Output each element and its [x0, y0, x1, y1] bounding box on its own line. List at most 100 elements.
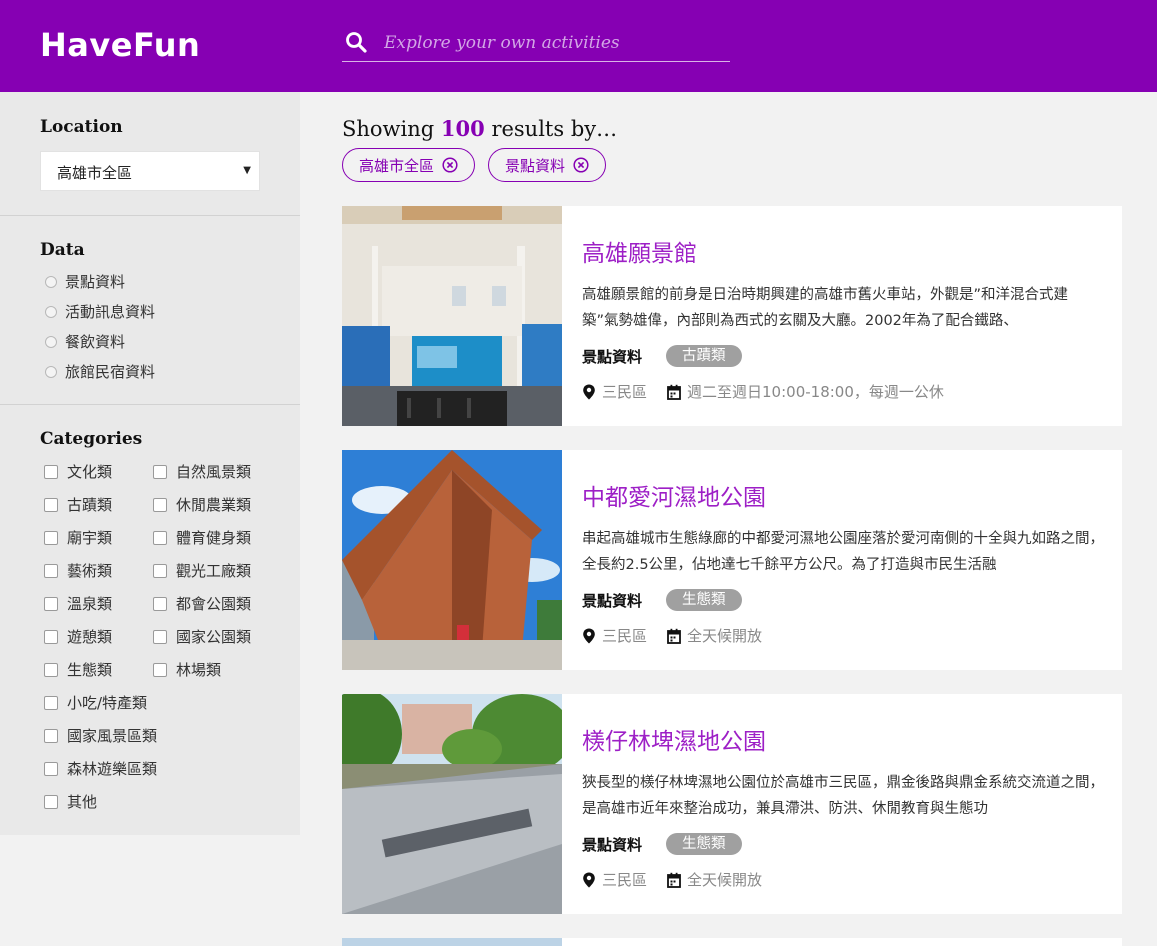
- checkbox[interactable]: [44, 530, 58, 545]
- checkbox[interactable]: [153, 662, 167, 677]
- category-checkbox[interactable]: 小吃/特產類: [44, 692, 147, 713]
- checkbox[interactable]: [153, 464, 167, 479]
- checkbox[interactable]: [153, 596, 167, 611]
- checkbox-label: 休閒農業類: [176, 496, 252, 514]
- category-checkbox[interactable]: 休閒農業類: [153, 494, 251, 515]
- checkbox[interactable]: [44, 761, 58, 776]
- results-area: Showing 100 results by… 高雄市全區 景點資料 高雄願景館…: [300, 92, 1157, 946]
- results-count: 100: [440, 116, 485, 141]
- radio-button[interactable]: [45, 305, 57, 318]
- card-title[interactable]: 中都愛河濕地公園: [582, 478, 766, 512]
- data-radio-events[interactable]: 活動訊息資料: [45, 301, 155, 322]
- checkbox-label: 自然風景類: [176, 463, 252, 481]
- radio-label: 旅館民宿資料: [65, 363, 156, 381]
- category-checkbox[interactable]: 體育健身類: [153, 527, 251, 548]
- checkbox-label: 觀光工廠類: [176, 562, 252, 580]
- result-card-partial[interactable]: [342, 938, 1122, 946]
- category-checkbox[interactable]: 文化類: [44, 461, 112, 482]
- category-checkbox[interactable]: 都會公園類: [153, 593, 251, 614]
- data-section: Data 景點資料 活動訊息資料 餐飲資料 旅館民宿資料: [0, 216, 300, 405]
- radio-label: 景點資料: [65, 273, 126, 291]
- district-label: 三民區: [602, 627, 648, 645]
- checkbox[interactable]: [44, 662, 58, 677]
- category-checkbox[interactable]: 藝術類: [44, 560, 112, 581]
- opening-hours: 全天候開放: [687, 871, 763, 889]
- category-badge: 古蹟類: [666, 345, 742, 367]
- categories-title: Categories: [40, 429, 143, 449]
- location-select[interactable]: 高雄市全區 ▼: [40, 151, 260, 191]
- checkbox[interactable]: [44, 497, 58, 512]
- filter-chip-data[interactable]: 景點資料: [488, 148, 607, 182]
- checkbox[interactable]: [44, 728, 58, 743]
- category-badge: 生態類: [666, 589, 742, 611]
- search-bar[interactable]: [342, 28, 730, 62]
- checkbox[interactable]: [153, 563, 167, 578]
- category-checkbox[interactable]: 國家風景區類: [44, 725, 157, 746]
- app-logo[interactable]: HaveFun: [40, 26, 200, 64]
- categories-section: Categories 文化類 古蹟類 廟宇類 藝術類 溫泉類 遊憩類 生態類 小…: [0, 405, 300, 835]
- checkbox-label: 藝術類: [67, 562, 113, 580]
- radio-button[interactable]: [45, 365, 57, 378]
- category-checkbox[interactable]: 林場類: [153, 659, 221, 680]
- category-checkbox[interactable]: 生態類: [44, 659, 112, 680]
- chip-label: 景點資料: [505, 156, 566, 175]
- radio-button[interactable]: [45, 335, 57, 348]
- category-checkbox[interactable]: 遊憩類: [44, 626, 112, 647]
- card-data-type: 景點資料: [582, 592, 643, 610]
- search-input[interactable]: [384, 30, 724, 56]
- filter-chip-location[interactable]: 高雄市全區: [342, 148, 476, 182]
- card-photo[interactable]: [342, 938, 562, 946]
- checkbox-label: 遊憩類: [67, 628, 113, 646]
- card-title[interactable]: 高雄願景館: [582, 234, 697, 268]
- opening-hours: 週二至週日10:00-18:00，每週一公休: [687, 383, 944, 401]
- location-selected-value: 高雄市全區: [57, 164, 133, 182]
- checkbox-label: 生態類: [67, 661, 113, 679]
- checkbox[interactable]: [44, 563, 58, 578]
- category-checkbox[interactable]: 其他: [44, 791, 97, 812]
- card-title[interactable]: 檨仔林埤濕地公園: [582, 722, 766, 756]
- category-checkbox[interactable]: 廟宇類: [44, 527, 112, 548]
- checkbox-label: 都會公園類: [176, 595, 252, 613]
- checkbox[interactable]: [44, 464, 58, 479]
- category-checkbox[interactable]: 自然風景類: [153, 461, 251, 482]
- category-checkbox[interactable]: 國家公園類: [153, 626, 251, 647]
- remove-filter-icon[interactable]: [573, 157, 589, 173]
- results-prefix: Showing: [342, 117, 435, 141]
- data-radio-scenic[interactable]: 景點資料: [45, 271, 125, 292]
- card-photo-hall[interactable]: [342, 206, 562, 426]
- checkbox-label: 國家公園類: [176, 628, 252, 646]
- search-icon[interactable]: [344, 30, 368, 54]
- category-badge: 生態類: [666, 833, 742, 855]
- category-checkbox[interactable]: 溫泉類: [44, 593, 112, 614]
- remove-filter-icon[interactable]: [442, 157, 458, 173]
- category-checkbox[interactable]: 古蹟類: [44, 494, 112, 515]
- checkbox-label: 溫泉類: [67, 595, 113, 613]
- calendar-icon: [667, 628, 681, 644]
- location-title: Location: [40, 117, 123, 137]
- checkbox-label: 其他: [67, 793, 98, 811]
- card-photo-pond-park[interactable]: [342, 694, 562, 914]
- checkbox[interactable]: [44, 629, 58, 644]
- radio-button[interactable]: [45, 275, 57, 288]
- category-checkbox[interactable]: 觀光工廠類: [153, 560, 251, 581]
- location-section: Location 高雄市全區 ▼: [0, 92, 300, 216]
- checkbox[interactable]: [153, 530, 167, 545]
- checkbox[interactable]: [153, 629, 167, 644]
- category-checkbox[interactable]: 森林遊樂區類: [44, 758, 157, 779]
- card-photo-wetland-park[interactable]: [342, 450, 562, 670]
- result-card[interactable]: 中都愛河濕地公園 串起高雄城市生態綠廊的中都愛河濕地公園座落於愛河南側的十全與九…: [342, 450, 1122, 670]
- checkbox[interactable]: [44, 695, 58, 710]
- checkbox-label: 古蹟類: [67, 496, 113, 514]
- result-card[interactable]: 檨仔林埤濕地公園 狹長型的檨仔林埤濕地公園位於高雄市三民區，鼎金後路與鼎金系統交…: [342, 694, 1122, 914]
- checkbox-label: 小吃/特產類: [67, 694, 148, 712]
- checkbox[interactable]: [44, 794, 58, 809]
- result-card[interactable]: 高雄願景館 高雄願景館的前身是日治時期興建的高雄市舊火車站，外觀是”和洋混合式建…: [342, 206, 1122, 426]
- dropdown-arrow-icon: ▼: [243, 165, 251, 176]
- calendar-icon: [667, 872, 681, 888]
- data-radio-lodging[interactable]: 旅館民宿資料: [45, 361, 155, 382]
- data-radio-dining[interactable]: 餐飲資料: [45, 331, 125, 352]
- checkbox[interactable]: [44, 596, 58, 611]
- card-meta: 三民區 全天候開放: [582, 869, 762, 890]
- checkbox[interactable]: [153, 497, 167, 512]
- checkbox-label: 文化類: [67, 463, 113, 481]
